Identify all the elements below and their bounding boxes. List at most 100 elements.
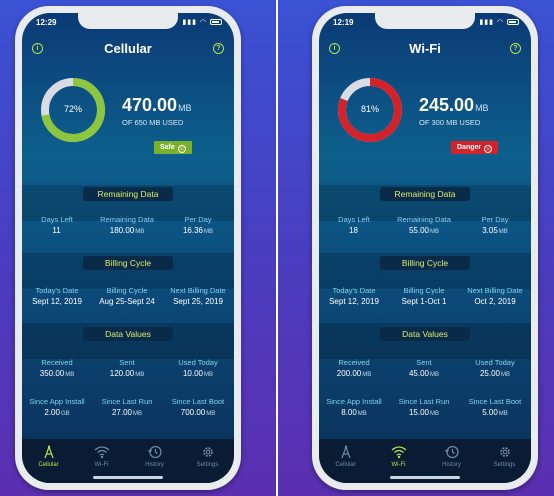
signal-icon: ▮▮▮ [479, 19, 494, 26]
remaining-data-cell: Remaining Data 55.00MB [389, 215, 459, 235]
cell-label: Since Last Run [398, 397, 450, 406]
data-values-row-2: Since App Install 8.00MB Since Last Run 15… [319, 397, 531, 421]
cell-label: Today's Date [35, 286, 79, 295]
cell-unit: MB [501, 372, 511, 378]
cell-value-number: 120.00 [109, 369, 135, 378]
remaining-data-header: Remaining Data [380, 187, 470, 201]
cell-unit: MB [430, 229, 440, 235]
cell-value: Oct 2, 2019 [474, 297, 516, 306]
status-bar: 12:29 ▮▮▮ ◠ [22, 17, 234, 31]
antenna-icon [340, 445, 351, 459]
cell-unit: MB [362, 372, 372, 378]
cell-value: 8.00MB [319, 408, 389, 417]
tab-history[interactable]: History [425, 445, 478, 468]
panel-divider [276, 0, 278, 496]
todays-date-cell: Today's Date Sept 12, 2019 [22, 286, 92, 306]
usage-gauge: 81% [335, 75, 405, 145]
tab-label: Wi-Fi [94, 462, 109, 468]
remaining-data-row: Days Left 11 Remaining Data 180.00MB Per D… [22, 215, 234, 239]
status-badge: Safe ☺ [154, 141, 192, 154]
status-time: 12:19 [333, 18, 354, 27]
cell-unit: MB [498, 411, 508, 417]
smile-icon: ☺ [177, 145, 186, 153]
cell-unit: MB [204, 372, 214, 378]
status-icons: ▮▮▮ ◠ [182, 18, 222, 26]
cell-value-number: 27.00 [111, 408, 133, 417]
used-today-cell: Used Today 25.00MB [460, 358, 530, 378]
since-last-run-cell: Since Last Run 15.00MB [389, 397, 459, 417]
cell-value-number: 8.00 [341, 408, 357, 417]
billing-cycle-row: Today's Date Sept 12, 2019 Billing Cycle A… [22, 286, 234, 310]
used-amount-value: 245.00 [419, 95, 475, 115]
sent-cell: Sent 120.00MB [92, 358, 162, 378]
tab-settings[interactable]: Settings [478, 445, 531, 468]
gear-icon [499, 447, 510, 457]
usage-gauge: 72% [38, 75, 108, 145]
cell-value-number: 11 [52, 226, 61, 235]
cell-label: Sent [416, 358, 432, 367]
data-values-row-1: Received 200.00MB Sent 45.00MB Used Today 2… [319, 358, 531, 382]
billing-cycle-cell: Billing Cycle Sept 1-Oct 1 [389, 286, 459, 306]
since-app-install-cell: Since App Install 2.00GB [22, 397, 92, 417]
cell-label: Sent [119, 358, 135, 367]
remaining-data-row: Days Left 18 Remaining Data 55.00MB Per Da… [319, 215, 531, 239]
cell-value: Sept 12, 2019 [329, 297, 379, 306]
cell-value: 10.00MB [163, 369, 233, 378]
per-day-cell: Per Day 3.05MB [460, 215, 530, 235]
wifi-status-icon: ◠ [199, 19, 208, 26]
since-app-install-cell: Since App Install 8.00MB [319, 397, 389, 417]
title-bar: i Cellular ? [22, 37, 234, 61]
cell-value: 200.00MB [319, 369, 389, 378]
cell-label: Next Billing Date [170, 286, 226, 295]
cell-label: Since Last Boot [468, 397, 522, 406]
battery-icon [210, 19, 222, 26]
cell-unit: MB [204, 229, 214, 235]
battery-icon [507, 19, 519, 26]
cell-value: 11 [22, 226, 92, 235]
tab-settings[interactable]: Settings [181, 445, 234, 468]
data-values-row-1: Received 350.00MB Sent 120.00MB Used Today… [22, 358, 234, 382]
cell-label: Remaining Data [397, 215, 451, 224]
cell-label: Billing Cycle [106, 286, 148, 295]
status-badge: Danger ☺ [451, 141, 499, 154]
cell-label: Used Today [475, 358, 515, 367]
badge-label: Safe [160, 144, 175, 151]
status-time: 12:29 [36, 18, 57, 27]
cell-unit: MB [430, 411, 440, 417]
days-left-cell: Days Left 11 [22, 215, 92, 235]
used-subtitle: OF 300 MB USED [419, 118, 481, 127]
help-icon[interactable]: ? [510, 43, 521, 54]
cell-unit: MB [65, 372, 75, 378]
cell-value-number: 10.00 [182, 369, 204, 378]
tab-label: Cellular [38, 462, 59, 468]
phone-wifi: 12:19 ▮▮▮ ◠ i Wi-Fi ? 81% 245.00MB OF 30… [312, 6, 538, 490]
next-billing-date-cell: Next Billing Date Sept 25, 2019 [163, 286, 233, 306]
badge-label: Danger [457, 144, 482, 151]
cell-label: Today's Date [332, 286, 376, 295]
home-indicator [390, 476, 460, 479]
billing-cycle-row: Today's Date Sept 12, 2019 Billing Cycle S… [319, 286, 531, 310]
billing-cycle-cell: Billing Cycle Aug 25-Sept 24 [92, 286, 162, 306]
cell-value: 700.00MB [163, 408, 233, 417]
help-icon[interactable]: ? [213, 43, 224, 54]
used-unit: MB [475, 103, 489, 113]
cell-value: 2.00GB [22, 408, 92, 417]
since-last-run-cell: Since Last Run 27.00MB [92, 397, 162, 417]
cell-label: Received [338, 358, 370, 367]
tab-wifi[interactable]: Wi-Fi [75, 445, 128, 468]
tab-wifi[interactable]: Wi-Fi [372, 445, 425, 468]
cell-label: Received [41, 358, 73, 367]
sent-cell: Sent 45.00MB [389, 358, 459, 378]
phone-screen: 12:19 ▮▮▮ ◠ i Wi-Fi ? 81% 245.00MB OF 30… [319, 13, 531, 483]
tab-history[interactable]: History [128, 445, 181, 468]
todays-date-cell: Today's Date Sept 12, 2019 [319, 286, 389, 306]
tab-cellular[interactable]: Cellular [22, 445, 75, 468]
phone-screen: 12:29 ▮▮▮ ◠ i Cellular ? 72% 470.00MB OF… [22, 13, 234, 483]
cell-value: 16.36MB [163, 226, 233, 235]
data-values-header: Data Values [380, 327, 470, 341]
remaining-data-header: Remaining Data [83, 187, 173, 201]
cell-value-number: 18 [349, 226, 358, 235]
next-billing-date-cell: Next Billing Date Oct 2, 2019 [460, 286, 530, 306]
cell-label: Next Billing Date [467, 286, 523, 295]
tab-cellular[interactable]: Cellular [319, 445, 372, 468]
